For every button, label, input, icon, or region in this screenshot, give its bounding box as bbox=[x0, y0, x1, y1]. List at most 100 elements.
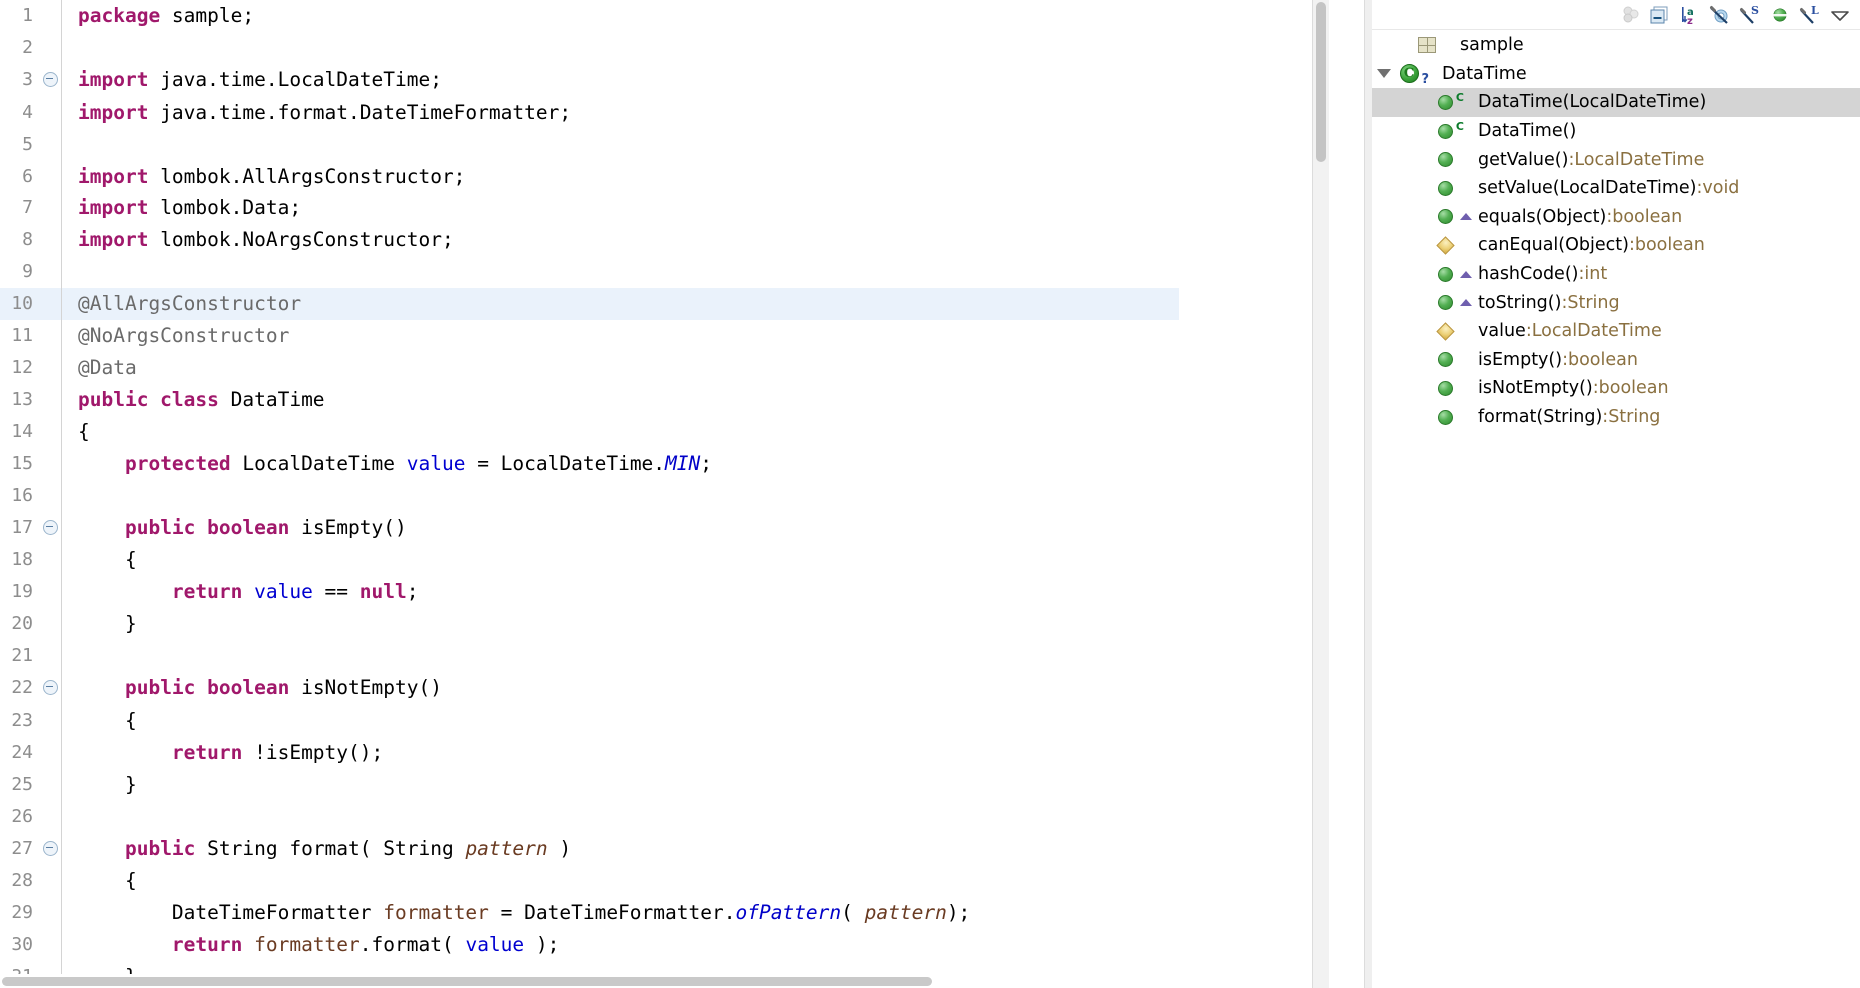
outline-item[interactable]: getValue() : LocalDateTime bbox=[1372, 145, 1860, 174]
code-line[interactable]: 8 import lombok.NoArgsConstructor; bbox=[0, 224, 1179, 257]
focus-on-active-task-icon[interactable] bbox=[1616, 3, 1644, 27]
code-text[interactable]: { bbox=[70, 704, 1179, 737]
code-line[interactable]: 21 bbox=[0, 640, 1179, 673]
editor-vscroll-thumb[interactable] bbox=[1316, 2, 1326, 162]
code-text[interactable]: protected LocalDateTime value = LocalDat… bbox=[70, 447, 1179, 480]
code-text[interactable]: import lombok.AllArgsConstructor; bbox=[70, 160, 1179, 193]
code-text[interactable]: public boolean isEmpty() bbox=[70, 511, 1179, 545]
code-line[interactable]: 7 import lombok.Data; bbox=[0, 192, 1179, 225]
editor-hscroll-thumb[interactable] bbox=[2, 977, 932, 986]
outline-item[interactable]: value : LocalDateTime bbox=[1372, 317, 1860, 346]
code-line[interactable]: 9 bbox=[0, 256, 1179, 289]
view-menu-icon[interactable] bbox=[1826, 3, 1854, 27]
outline-item-label: toString() bbox=[1478, 292, 1562, 313]
code-text[interactable]: return value == null; bbox=[70, 576, 1179, 609]
code-line[interactable]: 14 { bbox=[0, 415, 1179, 448]
code-line[interactable]: 11 @NoArgsConstructor bbox=[0, 320, 1179, 352]
code-line[interactable]: 1 package sample; bbox=[0, 0, 1179, 32]
code-line[interactable]: 15 protected LocalDateTime value = Local… bbox=[0, 447, 1179, 480]
code-text[interactable]: @NoArgsConstructor bbox=[70, 320, 1179, 352]
code-text[interactable]: { bbox=[70, 865, 1179, 898]
code-text[interactable]: { bbox=[70, 544, 1179, 577]
code-text[interactable]: package sample; bbox=[70, 0, 1179, 32]
outline-item[interactable]: canEqual(Object) : boolean bbox=[1372, 231, 1860, 260]
code-text[interactable]: @AllArgsConstructor bbox=[70, 288, 1179, 321]
code-text[interactable]: public class DataTime bbox=[70, 383, 1179, 416]
code-text[interactable]: DateTimeFormatter formatter = DateTimeFo… bbox=[70, 897, 1179, 930]
editor-vertical-scrollbar[interactable] bbox=[1312, 0, 1329, 988]
code-line[interactable]: 25 } bbox=[0, 768, 1179, 801]
outline-item[interactable]: equals(Object) : boolean bbox=[1372, 203, 1860, 232]
code-line[interactable]: 28 { bbox=[0, 865, 1179, 898]
code-line[interactable]: 2 bbox=[0, 31, 1179, 64]
code-text[interactable]: } bbox=[70, 768, 1179, 801]
code-line[interactable]: 10 @AllArgsConstructor bbox=[0, 288, 1179, 321]
hide-non-public-members-icon[interactable] bbox=[1766, 3, 1794, 27]
code-text[interactable]: import lombok.Data; bbox=[70, 192, 1179, 225]
collapse-all-icon[interactable] bbox=[1646, 3, 1674, 27]
outline-item[interactable]: format(String) : String bbox=[1372, 403, 1860, 432]
code-text[interactable]: @Data bbox=[70, 351, 1179, 384]
java-editor-pane[interactable]: 1 package sample; 2 3 import java.time.Loca… bbox=[0, 0, 1330, 988]
code-line[interactable]: 24 return !isEmpty(); bbox=[0, 736, 1179, 769]
code-text[interactable] bbox=[70, 800, 1179, 833]
hide-fields-icon[interactable] bbox=[1706, 3, 1734, 27]
code-text[interactable]: return !isEmpty(); bbox=[70, 736, 1179, 769]
code-line[interactable]: 16 bbox=[0, 479, 1179, 512]
code-line[interactable]: 19 return value == null; bbox=[0, 576, 1179, 609]
code-line[interactable]: 20 } bbox=[0, 608, 1179, 641]
code-text[interactable] bbox=[70, 31, 1179, 64]
code-text[interactable]: { bbox=[70, 415, 1179, 448]
code-text[interactable]: public String format( String pattern ) bbox=[70, 832, 1179, 866]
code-scroll-area[interactable]: 1 package sample; 2 3 import java.time.Loca… bbox=[0, 0, 1330, 988]
code-text[interactable]: public boolean isNotEmpty() bbox=[70, 672, 1179, 705]
outline-item[interactable]: setValue(LocalDateTime) : void bbox=[1372, 174, 1860, 203]
outline-item-return-type: void bbox=[1702, 178, 1740, 199]
code-line[interactable]: 23 { bbox=[0, 704, 1179, 737]
code-line[interactable]: 18 { bbox=[0, 544, 1179, 577]
code-text[interactable]: return formatter.format( value ); bbox=[70, 929, 1179, 962]
code-line[interactable]: 26 bbox=[0, 800, 1179, 833]
code-line[interactable]: 12 @Data bbox=[0, 351, 1179, 384]
code-line[interactable]: 13 public class DataTime bbox=[0, 383, 1179, 416]
code-line[interactable]: 6 import lombok.AllArgsConstructor; bbox=[0, 160, 1179, 193]
code-text[interactable]: import lombok.NoArgsConstructor; bbox=[70, 224, 1179, 257]
code-line[interactable]: 5 bbox=[0, 128, 1179, 161]
code-line[interactable]: 17 public boolean isEmpty() bbox=[0, 511, 1179, 545]
outline-item[interactable]: isNotEmpty() : boolean bbox=[1372, 374, 1860, 403]
outline-item[interactable]: C DataTime() bbox=[1372, 117, 1860, 146]
chevron-down-icon[interactable] bbox=[1372, 69, 1396, 79]
hide-static-members-icon[interactable]: S bbox=[1736, 3, 1764, 27]
hide-local-types-icon[interactable]: L bbox=[1796, 3, 1824, 27]
fold-gutter bbox=[39, 415, 62, 448]
code-line[interactable]: 3 import java.time.LocalDateTime; bbox=[0, 63, 1179, 97]
code-text[interactable]: import java.time.format.DateTimeFormatte… bbox=[70, 96, 1179, 129]
outline-item[interactable]: toString() : String bbox=[1372, 288, 1860, 317]
fold-collapse-icon[interactable] bbox=[39, 672, 62, 705]
outline-item[interactable]: C DataTime(LocalDateTime) bbox=[1372, 88, 1860, 117]
code-token: LocalDateTime bbox=[242, 451, 407, 475]
fold-collapse-icon[interactable] bbox=[39, 511, 62, 545]
fold-collapse-icon[interactable] bbox=[39, 63, 62, 97]
outline-item[interactable]: hashCode() : int bbox=[1372, 260, 1860, 289]
code-text[interactable] bbox=[70, 128, 1179, 161]
outline-item[interactable]: C? DataTime bbox=[1372, 60, 1860, 89]
outline-tree[interactable]: sample C? DataTime C DataTime(LocalDateTime)… bbox=[1372, 31, 1860, 988]
editor-horizontal-scrollbar[interactable] bbox=[0, 974, 1330, 988]
code-text[interactable]: } bbox=[70, 608, 1179, 641]
code-line[interactable]: 22 public boolean isNotEmpty() bbox=[0, 672, 1179, 705]
outline-item[interactable]: sample bbox=[1372, 31, 1860, 60]
outline-item-label: DataTime(LocalDateTime) bbox=[1478, 92, 1707, 113]
code-text[interactable] bbox=[70, 479, 1179, 512]
code-text[interactable] bbox=[70, 256, 1179, 289]
code-line[interactable]: 29 DateTimeFormatter formatter = DateTim… bbox=[0, 897, 1179, 930]
code-token: ofPattern bbox=[735, 901, 842, 925]
sort-alphabetically-icon[interactable]: a z bbox=[1676, 3, 1704, 27]
fold-collapse-icon[interactable] bbox=[39, 832, 62, 866]
code-text[interactable]: import java.time.LocalDateTime; bbox=[70, 63, 1179, 97]
outline-item[interactable]: isEmpty() : boolean bbox=[1372, 346, 1860, 375]
code-line[interactable]: 4 import java.time.format.DateTimeFormatt… bbox=[0, 96, 1179, 129]
code-text[interactable] bbox=[70, 640, 1179, 673]
code-line[interactable]: 27 public String format( String pattern … bbox=[0, 832, 1179, 866]
code-line[interactable]: 30 return formatter.format( value ); bbox=[0, 929, 1179, 962]
